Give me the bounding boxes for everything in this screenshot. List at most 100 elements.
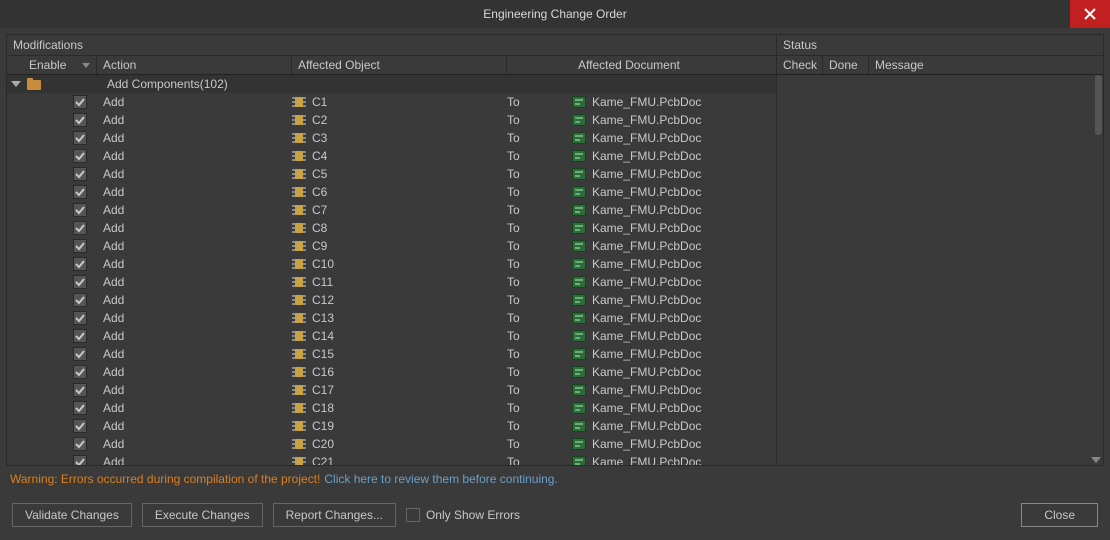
scroll-down-icon[interactable] [1091,457,1101,463]
cell-to: To [507,383,572,397]
enable-checkbox[interactable] [73,347,87,361]
table-row[interactable]: AddC19ToKame_FMU.PcbDoc [7,417,776,435]
cell-affected-document: Kame_FMU.PcbDoc [572,203,776,217]
enable-checkbox[interactable] [73,275,87,289]
enable-checkbox[interactable] [73,149,87,163]
table-row[interactable]: AddC17ToKame_FMU.PcbDoc [7,381,776,399]
table-row[interactable]: AddC7ToKame_FMU.PcbDoc [7,201,776,219]
execute-changes-button[interactable]: Execute Changes [142,503,263,527]
cell-affected-document: Kame_FMU.PcbDoc [572,329,776,343]
cell-affected-document: Kame_FMU.PcbDoc [572,131,776,145]
header-enable[interactable]: Enable [7,56,97,74]
enable-checkbox[interactable] [73,239,87,253]
cell-to: To [507,167,572,181]
cell-action: Add [97,311,292,325]
pcbdoc-icon [572,222,586,234]
header-affected-object[interactable]: Affected Object [292,56,507,74]
enable-checkbox[interactable] [73,257,87,271]
modifications-grid-body[interactable]: Add Components(102) AddC1ToKame_FMU.PcbD… [7,75,776,465]
close-button[interactable]: Close [1021,503,1098,527]
table-row[interactable]: AddC20ToKame_FMU.PcbDoc [7,435,776,453]
only-show-errors-checkbox[interactable]: Only Show Errors [406,508,520,522]
table-row[interactable]: AddC3ToKame_FMU.PcbDoc [7,129,776,147]
table-row[interactable]: AddC12ToKame_FMU.PcbDoc [7,291,776,309]
header-action[interactable]: Action [97,56,292,74]
enable-checkbox[interactable] [73,131,87,145]
header-message[interactable]: Message [869,56,1103,74]
pcbdoc-icon [572,168,586,180]
check-icon [75,331,85,341]
table-row[interactable]: AddC9ToKame_FMU.PcbDoc [7,237,776,255]
enable-checkbox[interactable] [73,383,87,397]
check-icon [75,169,85,179]
table-row[interactable]: AddC10ToKame_FMU.PcbDoc [7,255,776,273]
component-icon [292,439,306,449]
component-icon [292,259,306,269]
warning-link[interactable]: Click here to review them before continu… [324,472,557,486]
table-row[interactable]: AddC2ToKame_FMU.PcbDoc [7,111,776,129]
cell-affected-object: C20 [292,437,507,451]
check-icon [75,439,85,449]
cell-action: Add [97,95,292,109]
cell-action: Add [97,113,292,127]
report-changes-button[interactable]: Report Changes... [273,503,396,527]
pcbdoc-icon [572,240,586,252]
cell-to: To [507,329,572,343]
group-row[interactable]: Add Components(102) [7,75,776,93]
validate-changes-button[interactable]: Validate Changes [12,503,132,527]
cell-affected-document: Kame_FMU.PcbDoc [572,95,776,109]
cell-affected-document: Kame_FMU.PcbDoc [572,113,776,127]
enable-checkbox[interactable] [73,167,87,181]
status-header: Check Done Message [777,55,1103,75]
group-toggle[interactable] [7,81,25,87]
component-icon [292,313,306,323]
table-row[interactable]: AddC1ToKame_FMU.PcbDoc [7,93,776,111]
table-row[interactable]: AddC13ToKame_FMU.PcbDoc [7,309,776,327]
cell-affected-document: Kame_FMU.PcbDoc [572,437,776,451]
table-row[interactable]: AddC8ToKame_FMU.PcbDoc [7,219,776,237]
enable-checkbox[interactable] [73,311,87,325]
enable-checkbox[interactable] [73,401,87,415]
enable-checkbox[interactable] [73,365,87,379]
pcbdoc-icon [572,366,586,378]
component-icon [292,205,306,215]
check-icon [75,97,85,107]
scrollbar-thumb[interactable] [1095,75,1102,135]
enable-checkbox[interactable] [73,185,87,199]
cell-to: To [507,275,572,289]
table-row[interactable]: AddC16ToKame_FMU.PcbDoc [7,363,776,381]
enable-checkbox[interactable] [73,419,87,433]
cell-to: To [507,221,572,235]
table-row[interactable]: AddC18ToKame_FMU.PcbDoc [7,399,776,417]
cell-affected-object: C7 [292,203,507,217]
table-row[interactable]: AddC15ToKame_FMU.PcbDoc [7,345,776,363]
header-done[interactable]: Done [823,56,869,74]
table-row[interactable]: AddC6ToKame_FMU.PcbDoc [7,183,776,201]
enable-checkbox[interactable] [73,113,87,127]
footer: Validate Changes Execute Changes Report … [6,498,1104,532]
cell-action: Add [97,149,292,163]
cell-action: Add [97,293,292,307]
header-affected-document[interactable]: Affected Document [572,56,776,74]
enable-checkbox[interactable] [73,437,87,451]
cell-action: Add [97,275,292,289]
enable-checkbox[interactable] [73,203,87,217]
table-row[interactable]: AddC21ToKame_FMU.PcbDoc [7,453,776,465]
cell-affected-object: C17 [292,383,507,397]
window-close-button[interactable] [1070,0,1110,28]
component-icon [292,457,306,465]
pcbdoc-icon [572,348,586,360]
enable-checkbox[interactable] [73,221,87,235]
table-row[interactable]: AddC4ToKame_FMU.PcbDoc [7,147,776,165]
enable-checkbox[interactable] [73,293,87,307]
enable-checkbox[interactable] [73,455,87,465]
enable-checkbox[interactable] [73,95,87,109]
enable-checkbox[interactable] [73,329,87,343]
table-row[interactable]: AddC14ToKame_FMU.PcbDoc [7,327,776,345]
table-row[interactable]: AddC5ToKame_FMU.PcbDoc [7,165,776,183]
cell-affected-object: C18 [292,401,507,415]
component-icon [292,187,306,197]
header-check[interactable]: Check [777,56,823,74]
cell-affected-document: Kame_FMU.PcbDoc [572,167,776,181]
table-row[interactable]: AddC11ToKame_FMU.PcbDoc [7,273,776,291]
